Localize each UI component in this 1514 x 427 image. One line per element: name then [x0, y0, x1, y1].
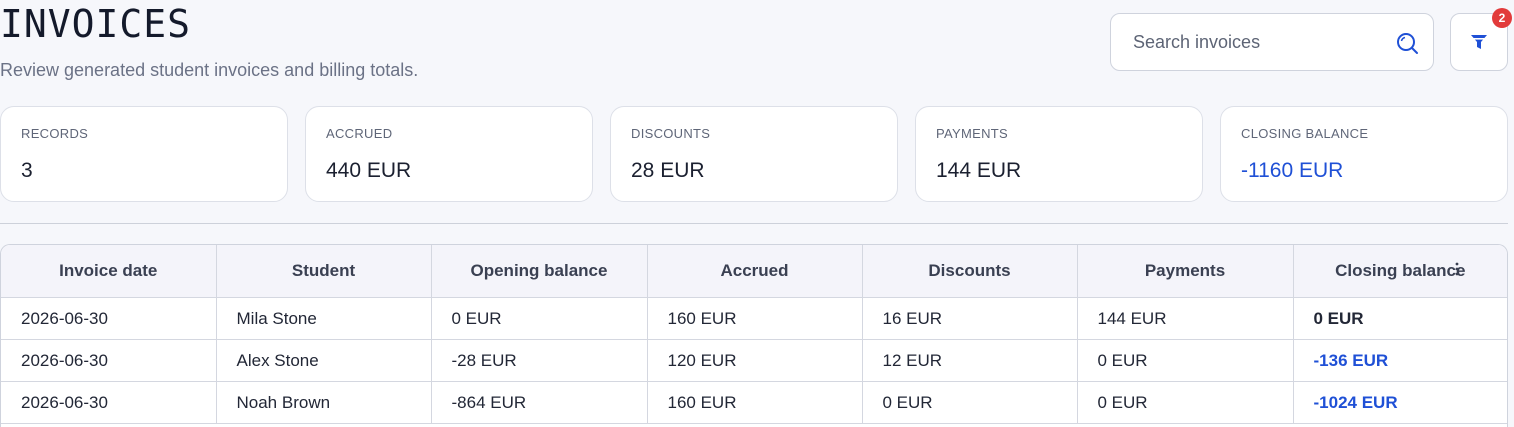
search-box[interactable]: [1110, 13, 1434, 71]
cell-payments: 0 EUR: [1077, 381, 1294, 424]
cell-closing-balance: -1024 EUR: [1293, 381, 1507, 424]
column-header[interactable]: Student: [216, 245, 432, 298]
cell-discounts: 0 EUR: [862, 381, 1078, 424]
card-value: -1160 EUR: [1241, 159, 1344, 182]
summary-card-payments: PAYMENTS 144 EUR: [915, 106, 1203, 202]
cell-student: Alex Stone: [216, 339, 432, 382]
card-value: 144 EUR: [936, 159, 1022, 182]
cell-student: Mila Stone: [216, 297, 432, 340]
summary-card-accrued: ACCRUED 440 EUR: [305, 106, 593, 202]
column-header[interactable]: Payments: [1077, 245, 1294, 298]
cell-invoice-date: 2026-06-30: [1, 339, 217, 382]
cell-invoice-date: 2026-06-30: [1, 297, 217, 340]
cell-payments: 144 EUR: [1077, 297, 1294, 340]
column-header[interactable]: Discounts: [862, 245, 1078, 298]
cell-student: Noah Brown: [216, 381, 432, 424]
search-input[interactable]: [1131, 30, 1385, 54]
cell-closing-balance: 0 EUR: [1293, 297, 1507, 340]
card-value: 3: [21, 159, 33, 182]
column-header[interactable]: Invoice date: [1, 245, 217, 298]
cell-accrued: 160 EUR: [647, 297, 863, 340]
page-title: INVOICES: [0, 2, 192, 46]
card-value: 440 EUR: [326, 159, 412, 182]
cell-payments: 0 EUR: [1077, 339, 1294, 382]
summary-card-discounts: DISCOUNTS 28 EUR: [610, 106, 898, 202]
invoices-table: Invoice date Student Opening balance Acc…: [0, 244, 1508, 427]
card-value: 28 EUR: [631, 159, 705, 182]
cell-opening-balance: -28 EUR: [431, 339, 648, 382]
table-row[interactable]: 2026-06-30 Alex Stone -28 EUR 120 EUR 12…: [1, 339, 1507, 382]
filter-icon: [1471, 35, 1487, 49]
table-row[interactable]: 2026-06-30 Noah Brown -864 EUR 160 EUR 0…: [1, 381, 1507, 424]
cell-invoice-date: 2026-06-30: [1, 381, 217, 424]
section-divider: [0, 223, 1508, 224]
cell-closing-balance: -136 EUR: [1293, 339, 1507, 382]
cell-opening-balance: 0 EUR: [431, 297, 648, 340]
column-header[interactable]: Accrued: [647, 245, 863, 298]
card-label: DISCOUNTS: [631, 126, 711, 141]
cell-discounts: 12 EUR: [862, 339, 1078, 382]
cell-accrued: 120 EUR: [647, 339, 863, 382]
column-header[interactable]: Closing balance: [1293, 245, 1507, 298]
cell-accrued: 160 EUR: [647, 381, 863, 424]
search-icon[interactable]: [1395, 31, 1419, 55]
cell-opening-balance: -864 EUR: [431, 381, 648, 424]
card-label: RECORDS: [21, 126, 89, 141]
card-label: ACCRUED: [326, 126, 393, 141]
summary-card-closing-balance: CLOSING BALANCE -1160 EUR: [1220, 106, 1508, 202]
card-label: CLOSING BALANCE: [1241, 126, 1369, 141]
column-header[interactable]: Opening balance: [431, 245, 648, 298]
card-label: PAYMENTS: [936, 126, 1008, 141]
column-menu-icon[interactable]: [1455, 262, 1459, 276]
table-row[interactable]: 2026-06-30 Mila Stone 0 EUR 160 EUR 16 E…: [1, 297, 1507, 340]
cell-discounts: 16 EUR: [862, 297, 1078, 340]
filter-count-badge: 2: [1492, 8, 1512, 28]
page-subtitle: Review generated student invoices and bi…: [0, 60, 419, 80]
table-header-row: Invoice date Student Opening balance Acc…: [1, 245, 1507, 298]
summary-card-records: RECORDS 3: [0, 106, 288, 202]
